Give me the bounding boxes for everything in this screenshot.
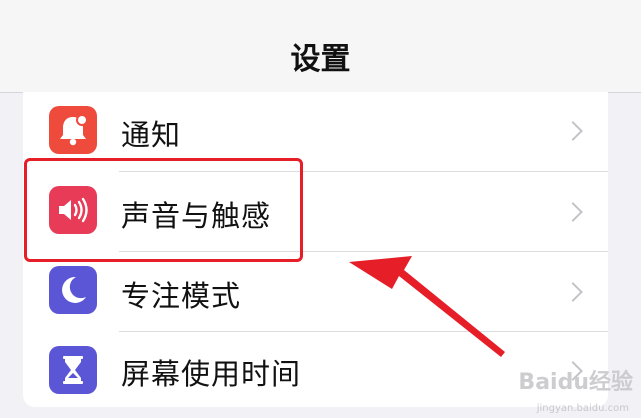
annotation-arrow (349, 256, 505, 357)
watermark-sub: jingyan.baidu.com (536, 403, 629, 414)
watermark: Baidu经验 (518, 370, 633, 395)
